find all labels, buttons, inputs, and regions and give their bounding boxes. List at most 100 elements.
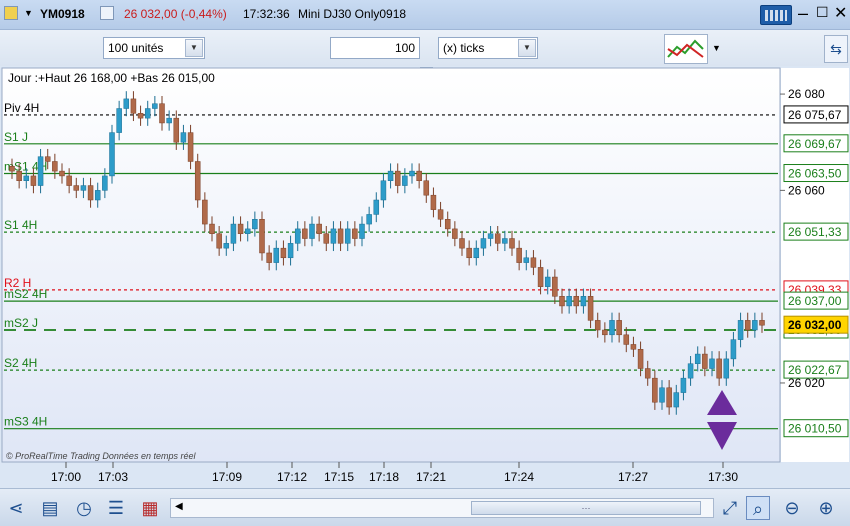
candle-body: [94, 190, 101, 201]
level-price-label: 26 010,50: [788, 422, 842, 436]
candle-body: [266, 252, 272, 263]
x-tick-label: 17:30: [708, 470, 738, 484]
layout-icon[interactable]: ▤: [38, 496, 62, 520]
candle-body: [23, 175, 30, 181]
list-icon[interactable]: ☰: [104, 496, 128, 520]
candle-body: [273, 247, 280, 263]
zoom-fit-icon[interactable]: ⌕: [746, 496, 770, 520]
candle-body: [402, 175, 408, 186]
x-tick-label: 17:12: [277, 470, 307, 484]
candle-body: [544, 276, 551, 287]
indicators-icon[interactable]: [664, 34, 708, 64]
candle-body: [744, 320, 751, 331]
candle-body: [230, 223, 237, 244]
candle-body: [673, 392, 680, 408]
candle-body: [580, 296, 587, 307]
candle-body: [80, 185, 87, 191]
candle-body: [602, 329, 608, 336]
candle-body: [259, 219, 265, 254]
candle-body: [87, 185, 94, 201]
candle-body: [430, 194, 437, 210]
candle-body: [144, 108, 151, 119]
grid-icon[interactable]: [100, 6, 114, 20]
keyboard-icon[interactable]: [760, 5, 792, 25]
candle-body: [316, 223, 322, 234]
x-tick-label: 17:27: [618, 470, 648, 484]
chevron-down-icon[interactable]: ▼: [518, 39, 536, 57]
candle-body: [44, 156, 51, 162]
candle-body: [359, 223, 365, 239]
candle-body: [730, 339, 737, 360]
dropdown-arrow-icon[interactable]: ▼: [24, 8, 38, 22]
candle-body: [137, 113, 144, 119]
candle-body: [352, 228, 358, 239]
candle-body: [609, 320, 615, 336]
chevron-down-icon[interactable]: ▼: [185, 39, 203, 57]
candle-body: [480, 238, 487, 249]
candle-body: [530, 257, 537, 268]
ticks-input[interactable]: 100: [330, 37, 420, 59]
candle-body: [537, 267, 544, 287]
level-price-label: 26 075,67: [788, 108, 842, 122]
grip-icon[interactable]: [4, 6, 18, 20]
candle-body: [566, 296, 572, 307]
candle-body: [173, 117, 180, 143]
candle-body: [366, 214, 372, 225]
candle-body: [502, 238, 508, 244]
orders-icon[interactable]: ▦: [138, 496, 162, 520]
horizontal-scrollbar[interactable]: ◀ ⋯: [170, 498, 714, 518]
chevron-down-icon[interactable]: ▼: [712, 43, 721, 53]
side-panel-icon[interactable]: ⇆: [824, 35, 848, 63]
level-name: S1 J: [4, 130, 28, 144]
candle-body: [644, 368, 651, 379]
scroll-left-icon[interactable]: ◀: [175, 501, 183, 512]
candle-body: [523, 257, 530, 263]
zoom-in-icon[interactable]: ⊕: [814, 496, 838, 520]
candle-body: [216, 233, 222, 249]
share-icon[interactable]: ⋖: [4, 496, 28, 520]
maximize-icon[interactable]: ☐: [816, 4, 829, 21]
price-chart[interactable]: Piv 4H S1 JmS1 4H S1 4H R2 HmS2 4H mS2 J S2 4…: [0, 66, 850, 498]
level-price-label: 26 069,67: [788, 137, 842, 151]
status-bar: ⋖ ▤ ◷ ☰ ▦ ◀ ⋯ ⤢ ⌕ ⊖ ⊕: [0, 488, 850, 526]
candle-body: [302, 228, 308, 239]
candle-body: [687, 363, 694, 379]
candle-body: [666, 387, 672, 408]
candle-body: [416, 170, 422, 181]
pan-icon[interactable]: ⤢: [718, 496, 742, 520]
candle-body: [509, 238, 515, 249]
candle-body: [630, 344, 637, 350]
candle-body: [16, 170, 22, 181]
candle-body: [30, 175, 37, 186]
scroll-thumb[interactable]: ⋯: [471, 501, 701, 515]
symbol-label: YM0918: [40, 7, 85, 21]
level-price-label: 26 051,33: [788, 225, 842, 239]
clock-icon[interactable]: ◷: [72, 496, 96, 520]
candle-body: [737, 320, 744, 340]
level-price-label: 26 022,67: [788, 363, 842, 377]
ticks-unit-select[interactable]: (x) ticks ▼: [438, 37, 538, 59]
level-price-label: 26 037,00: [788, 294, 842, 308]
candle-body: [37, 156, 44, 186]
price-change: 26 032,00 (-0,44%): [124, 7, 227, 21]
units-value: 100 unités: [108, 41, 164, 55]
y-tick-label: 26 080: [788, 87, 825, 101]
candle-body: [709, 358, 715, 369]
minimize-icon[interactable]: –: [798, 3, 808, 24]
units-select[interactable]: 100 unités ▼: [103, 37, 205, 59]
candle-body: [130, 98, 137, 114]
candle-body: [237, 223, 244, 234]
candle-body: [294, 228, 301, 244]
candle-body: [637, 349, 644, 369]
candle-body: [223, 243, 230, 249]
candle-body: [337, 228, 344, 244]
candle-body: [487, 233, 494, 239]
chart-canvas[interactable]: Piv 4HS1 JmS1 4HS1 4HR2 HmS2 4HmS2 JS2 4…: [0, 66, 850, 498]
candle-body: [552, 276, 558, 297]
candle-body: [452, 228, 458, 239]
title-bar: ▼ YM0918 26 032,00 (-0,44%) 17:32:36 Min…: [0, 0, 850, 30]
zoom-out-icon[interactable]: ⊖: [780, 496, 804, 520]
candle-body: [702, 353, 708, 369]
close-icon[interactable]: ✕: [834, 3, 847, 23]
candle-body: [123, 98, 130, 109]
